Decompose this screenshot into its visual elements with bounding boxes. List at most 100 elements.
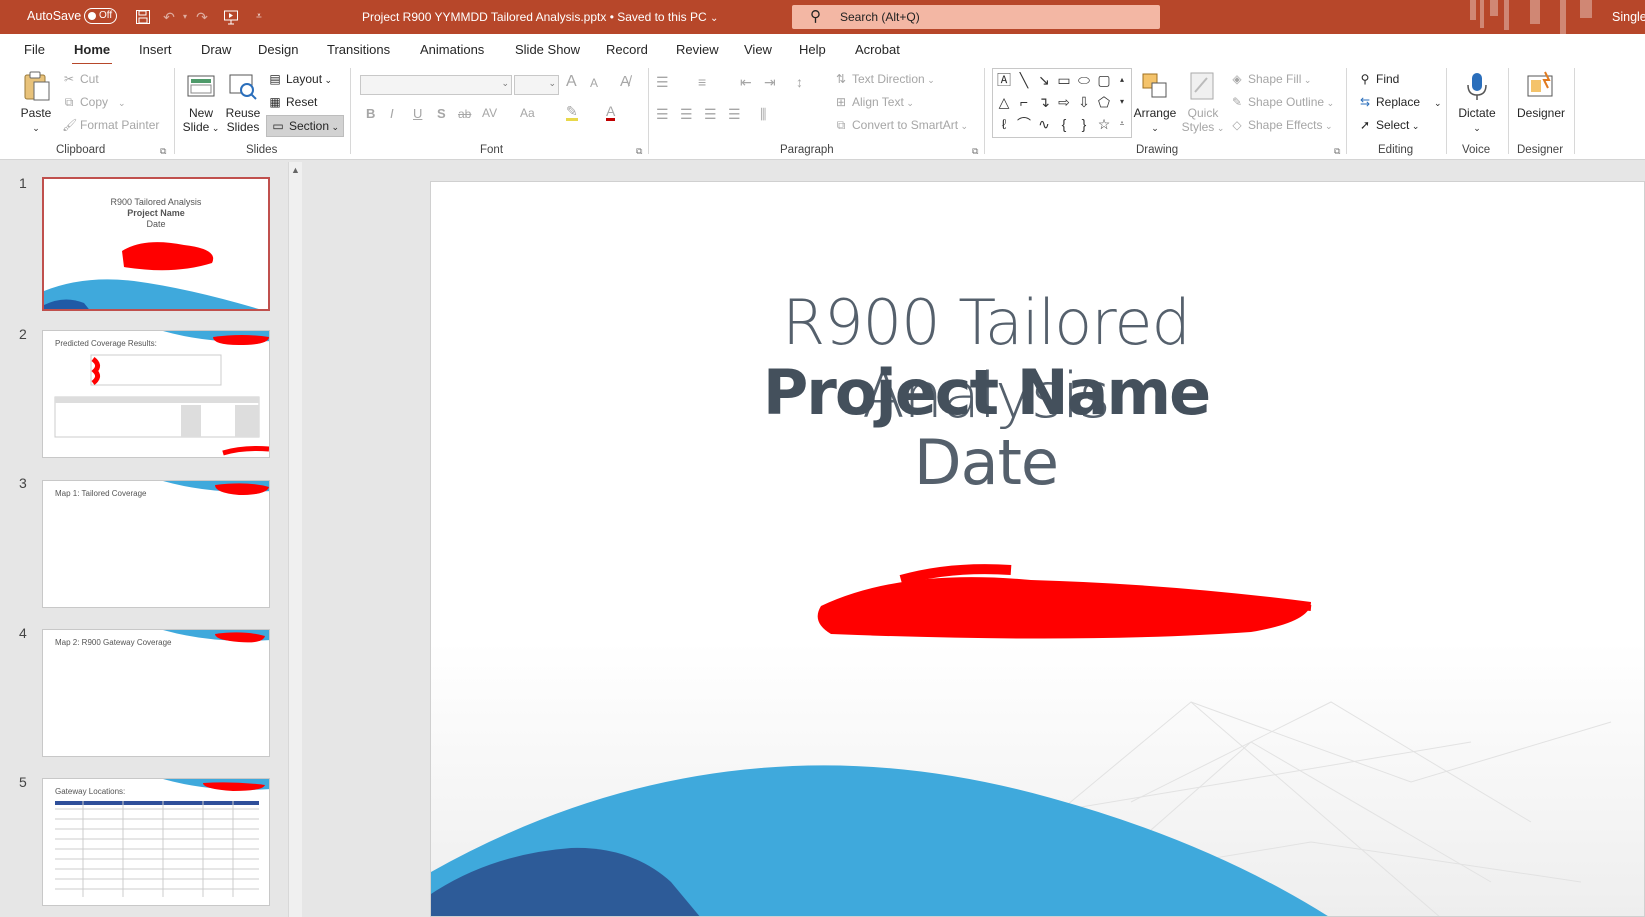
underline-button[interactable]: U [413,106,422,121]
slide-project-name[interactable]: Project Name [731,356,1241,429]
arrow-line-shape-icon[interactable]: ↘ [1035,71,1053,89]
slide-date[interactable]: Date [731,426,1241,499]
undo-dropdown-icon[interactable]: ▾ [176,8,194,26]
tab-record[interactable]: Record [606,42,648,57]
oval-shape-icon[interactable]: ⬭ [1075,71,1093,89]
tab-slide-show[interactable]: Slide Show [515,42,580,57]
bullets-icon[interactable]: ☰ [656,74,669,91]
tab-design[interactable]: Design [258,42,298,57]
slide-thumbnail-1[interactable]: R900 Tailored Analysis Project Name Date [42,177,270,311]
strikethrough-button[interactable]: ab [458,107,471,121]
font-color-button[interactable]: A [606,104,616,121]
tab-transitions[interactable]: Transitions [327,42,390,57]
search-box[interactable]: ⚲ Search (Alt+Q) [792,5,1160,29]
replace-button[interactable]: ⇆ Replace ⌄ [1358,95,1442,109]
shape-fill-button[interactable]: ◈ Shape Fill ⌄ [1230,72,1311,86]
current-slide[interactable]: R900 Tailored Analysis Project Name Date [430,181,1645,917]
thumbnail-scrollbar[interactable]: ▲ [288,162,302,917]
left-brace-shape-icon[interactable]: { [1055,115,1073,133]
tab-file[interactable]: File [24,42,45,57]
quick-styles-button[interactable]: Quick Styles ⌄ [1180,70,1226,135]
font-size-select[interactable]: ⌄ [514,75,559,95]
tab-home[interactable]: Home [71,42,113,66]
tab-review[interactable]: Review [676,42,719,57]
shape-effects-button[interactable]: ◇ Shape Effects ⌄ [1230,118,1332,132]
right-arrow-shape-icon[interactable]: ⇨ [1055,93,1073,111]
slide-thumbnail-4[interactable]: Map 2: R900 Gateway Coverage [42,629,270,757]
character-spacing-button[interactable]: AV [482,106,497,120]
find-button[interactable]: ⚲ Find [1358,72,1400,86]
shape-outline-button[interactable]: ✎ Shape Outline ⌄ [1230,95,1334,109]
dialog-launcher-icon[interactable]: ⧉ [972,146,978,157]
curve-shape-icon[interactable]: ℓ [995,115,1013,133]
autosave-toggle[interactable]: Off [84,8,117,24]
reset-button[interactable]: ▦ Reset [268,95,317,109]
dialog-launcher-icon[interactable]: ⧉ [160,146,166,157]
tab-insert[interactable]: Insert [139,42,172,57]
wave-shape-icon[interactable]: ∿ [1035,115,1053,133]
clear-formatting-icon[interactable]: A̸ [620,73,630,90]
right-brace-shape-icon[interactable]: } [1075,115,1093,133]
save-icon[interactable] [134,8,152,26]
numbering-icon[interactable]: ≡ [698,74,706,90]
tab-view[interactable]: View [744,42,772,57]
line-spacing-icon[interactable]: ↕ [796,74,803,90]
gallery-more-icon[interactable]: ⩡ [1115,115,1129,133]
star-shape-icon[interactable]: ☆ [1095,115,1113,133]
gallery-down-icon[interactable]: ▾ [1115,93,1129,111]
slide-thumbnail-3[interactable]: Map 1: Tailored Coverage [42,480,270,608]
dialog-launcher-icon[interactable]: ⧉ [1334,146,1340,157]
highlight-icon[interactable]: ✎ [566,104,578,121]
align-right-icon[interactable]: ☰ [704,106,717,123]
textbox-shape-icon[interactable]: 🄰 [995,71,1013,89]
bold-button[interactable]: B [366,106,375,121]
gallery-up-icon[interactable]: ▴ [1115,71,1129,89]
increase-indent-icon[interactable]: ⇥ [764,74,776,91]
arc-shape-icon[interactable]: ⌒ [1015,115,1033,133]
dialog-launcher-icon[interactable]: ⧉ [636,146,642,157]
designer-button[interactable]: Designer [1512,70,1570,120]
decrease-indent-icon[interactable]: ⇤ [740,74,752,91]
text-direction-button[interactable]: ⇅ Text Direction ⌄ [834,72,935,86]
justify-icon[interactable]: ☰ [728,106,741,123]
paste-button[interactable]: Paste ⌄ [16,70,56,135]
select-button[interactable]: ➚ Select ⌄ [1358,118,1419,132]
new-slide-button[interactable]: New Slide ⌄ [180,70,222,135]
tab-acrobat[interactable]: Acrobat [855,42,900,57]
section-button[interactable]: ▭ Section ⌄ [266,115,345,137]
change-case-button[interactable]: Aa [520,106,535,120]
triangle-shape-icon[interactable]: △ [995,93,1013,111]
tab-animations[interactable]: Animations [420,42,484,57]
italic-button[interactable]: I [390,106,394,121]
reuse-slides-button[interactable]: Reuse Slides [224,70,262,134]
document-title[interactable]: Project R900 YYMMDD Tailored Analysis.pp… [362,10,718,24]
layout-button[interactable]: ▤ Layout ⌄ [268,72,332,86]
user-name[interactable]: Single [1612,10,1645,24]
align-text-button[interactable]: ⊞ Align Text ⌄ [834,95,914,109]
columns-icon[interactable]: ⫼ [760,106,766,123]
slide-thumbnail-2[interactable]: Predicted Coverage Results: [42,330,270,458]
cut-button[interactable]: ✂ Cut [62,72,99,86]
shapes-gallery[interactable]: 🄰 ╲ ↘ ▭ ⬭ ▢ △ ⌐ ↴ ⇨ ⇩ ⬠ ℓ ⌒ ∿ { } ☆ ▴ ▾ … [992,68,1132,138]
grow-font-icon[interactable]: A [566,73,577,91]
shrink-font-icon[interactable]: A [590,76,598,90]
line-shape-icon[interactable]: ╲ [1015,71,1033,89]
start-slideshow-icon[interactable] [222,8,240,26]
redo-icon[interactable]: ↷ [193,8,211,26]
scroll-up-icon[interactable]: ▲ [291,165,300,175]
align-left-icon[interactable]: ☰ [656,106,669,123]
dictate-button[interactable]: Dictate ⌄ [1452,70,1502,135]
tab-draw[interactable]: Draw [201,42,231,57]
slide-thumbnail-5[interactable]: Gateway Locations: [42,778,270,906]
rounded-rectangle-shape-icon[interactable]: ▢ [1095,71,1113,89]
elbow-connector-shape-icon[interactable]: ⌐ [1015,93,1033,111]
copy-button[interactable]: ⧉ Copy ⌄ [62,95,126,110]
text-shadow-button[interactable]: S [437,106,446,121]
font-family-select[interactable]: ⌄ [360,75,512,95]
rectangle-shape-icon[interactable]: ▭ [1055,71,1073,89]
convert-smartart-button[interactable]: ⧉ Convert to SmartArt ⌄ [834,118,968,133]
freeform-shape-icon[interactable]: ⬠ [1095,93,1113,111]
arrange-button[interactable]: Arrange ⌄ [1132,70,1178,135]
elbow-arrow-shape-icon[interactable]: ↴ [1035,93,1053,111]
align-center-icon[interactable]: ☰ [680,106,693,123]
